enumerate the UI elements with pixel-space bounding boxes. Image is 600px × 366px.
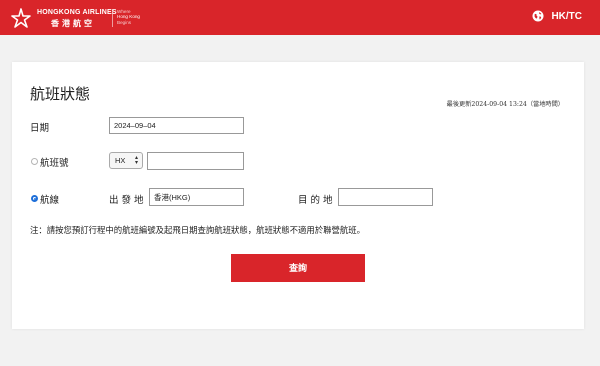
route-radio[interactable] (31, 195, 38, 202)
tagline-line-3: Begins (117, 19, 132, 25)
hongkong-airlines-logo[interactable] (10, 8, 32, 28)
last-updated-text: 最後更新2024-09-04 13:24（當地時間） (446, 101, 564, 108)
brand-name-english: HONGKONG AIRLINES (37, 9, 117, 16)
globe-icon (532, 10, 544, 22)
date-label: 日期 (30, 123, 50, 134)
flight-number-label: 航班號 (40, 158, 69, 169)
brand-divider (112, 9, 113, 27)
airline-code-select[interactable]: HX ▴ ▾ (109, 152, 143, 169)
tagline-line-1: Where (117, 9, 131, 14)
language-switcher[interactable]: HK/TC (532, 10, 582, 22)
origin-input[interactable]: 香港(HKG) (149, 188, 244, 206)
brand-tagline: Where Hong Kong Begins (117, 9, 140, 25)
note-text: 注：請按您預訂行程中的航班編號及起飛日期查詢航班狀態，航班狀態不適用於聯營航班。 (30, 225, 365, 235)
language-label: HK/TC (551, 10, 582, 22)
origin-label: 出 發 地 (109, 195, 144, 206)
airline-code-value: HX (115, 156, 126, 165)
route-label: 航線 (40, 195, 60, 206)
date-input[interactable]: 2024–09–04 (109, 117, 244, 134)
top-header: HONGKONG AIRLINES 香港航空 Where Hong Kong B… (0, 0, 600, 35)
brand-name-chinese: 香港航空 (51, 19, 95, 28)
flight-number-radio[interactable] (31, 158, 38, 165)
search-button[interactable]: 查詢 (231, 254, 365, 282)
flight-status-card: 航班狀態 最後更新2024-09-04 13:24（當地時間） 日期 2024–… (12, 62, 584, 329)
up-down-arrows-icon: ▴ ▾ (134, 155, 138, 166)
destination-input[interactable] (338, 188, 433, 206)
destination-label: 目 的 地 (298, 195, 333, 206)
page-title: 航班狀態 (30, 85, 91, 103)
flight-number-input[interactable] (147, 152, 244, 170)
